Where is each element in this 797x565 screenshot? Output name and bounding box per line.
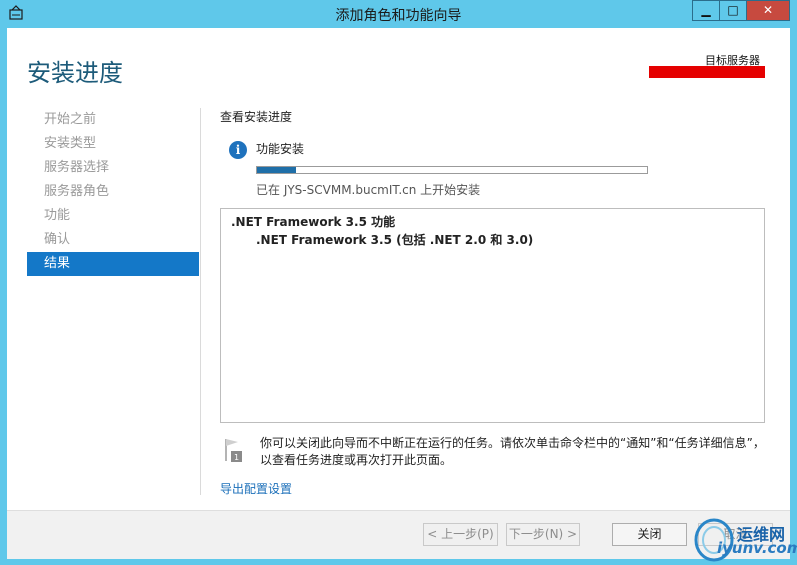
- wizard-body: 安装进度 目标服务器 开始之前 安装类型 服务器选择 服务器角色 功能 确认 结…: [7, 28, 790, 559]
- flag-icon: 1: [225, 439, 242, 462]
- sidebar-item-confirmation: 确认: [44, 232, 71, 247]
- sidebar-divider: [200, 108, 201, 495]
- progress-status: 已在 JYS-SCVMM.bucmIT.cn 上开始安装: [256, 183, 481, 197]
- sidebar-item-results[interactable]: 结果: [27, 252, 199, 276]
- watermark-url: iyunv.com: [717, 539, 797, 557]
- progress-title: 功能安装: [256, 142, 305, 156]
- sidebar-item-before-you-begin: 开始之前: [44, 112, 97, 127]
- target-server-redaction: [649, 66, 765, 78]
- progress-bar-fill: [257, 167, 296, 173]
- sidebar-item-installation-type: 安装类型: [44, 136, 97, 151]
- wizard-steps-sidebar: 开始之前 安装类型 服务器选择 服务器角色 功能 确认 结果: [27, 108, 199, 276]
- title-bar: 添加角色和功能向导 ▁ □ ✕: [0, 0, 797, 28]
- page-title: 安装进度: [27, 59, 123, 87]
- section-title: 查看安装进度: [220, 110, 293, 124]
- sidebar-item-server-roles: 服务器角色: [44, 184, 110, 199]
- close-button[interactable]: 关闭: [612, 523, 687, 546]
- wizard-footer: < 上一步(P) 下一步(N) > 关闭 取消: [7, 510, 790, 559]
- next-button[interactable]: 下一步(N) >: [506, 523, 580, 546]
- results-list[interactable]: .NET Framework 3.5 功能 .NET Framework 3.5…: [220, 208, 765, 423]
- sidebar-item-server-selection: 服务器选择: [44, 160, 110, 175]
- previous-button[interactable]: < 上一步(P): [423, 523, 498, 546]
- export-configuration-link[interactable]: 导出配置设置: [220, 480, 292, 497]
- sidebar-item-features: 功能: [44, 208, 71, 223]
- close-window-button[interactable]: ✕: [746, 0, 790, 21]
- svg-text:1: 1: [234, 453, 239, 462]
- notice-text: 你可以关闭此向导而不中断正在运行的任务。请依次单击命令栏中的“通知”和“任务详细…: [260, 436, 765, 467]
- progress-bar: [256, 166, 648, 174]
- feature-item: .NET Framework 3.5 功能: [231, 215, 396, 229]
- maximize-button[interactable]: □: [719, 0, 747, 21]
- subfeature-item: .NET Framework 3.5 (包括 .NET 2.0 和 3.0): [256, 233, 534, 247]
- info-icon: i: [229, 141, 247, 159]
- window-title: 添加角色和功能向导: [335, 8, 462, 24]
- minimize-button[interactable]: ▁: [692, 0, 720, 21]
